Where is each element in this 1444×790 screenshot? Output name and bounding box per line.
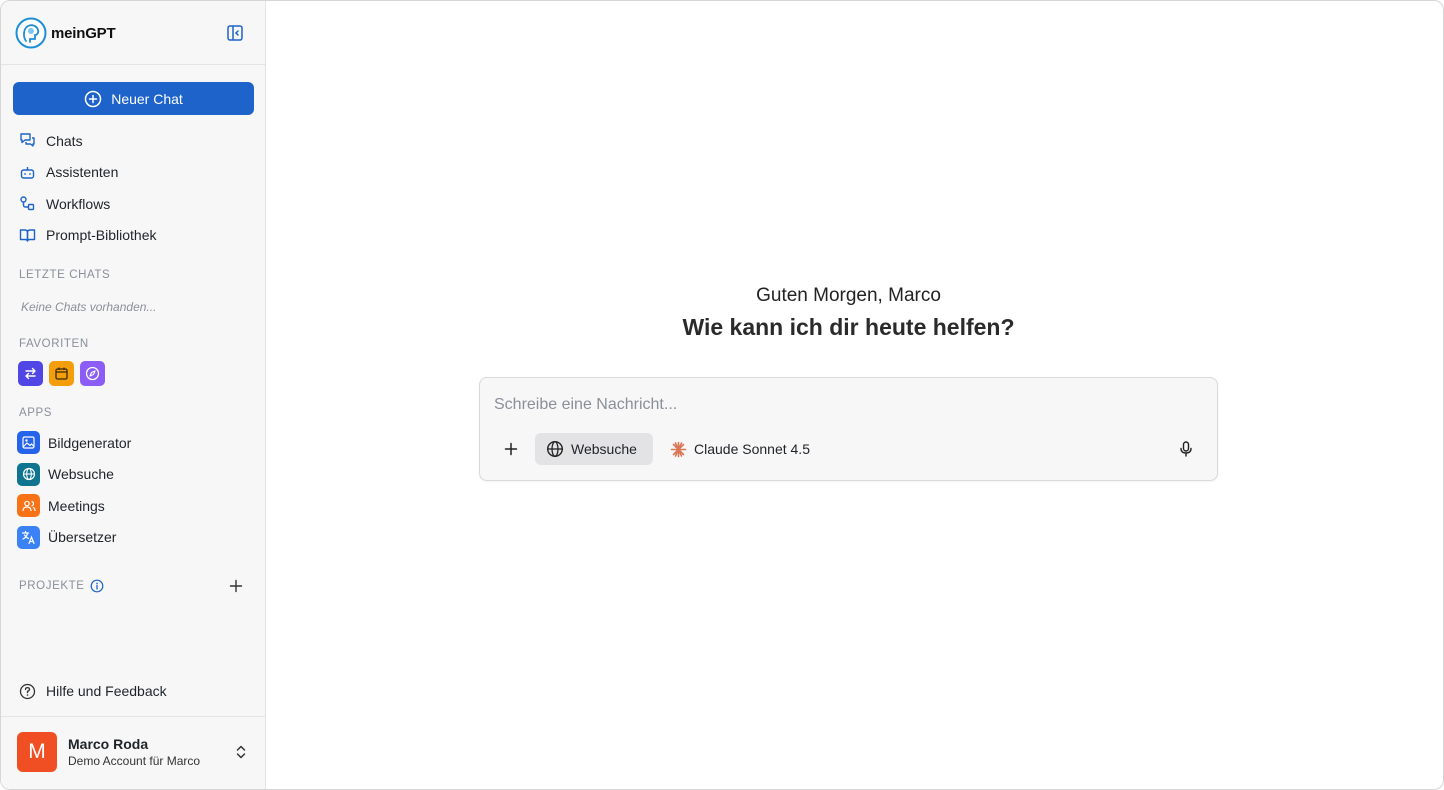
app-window: meinGPT Neuer Chat Chats Assistenten Wor… — [0, 0, 1444, 790]
info-icon[interactable] — [90, 579, 104, 593]
user-account-menu[interactable]: M Marco Roda Demo Account für Marco — [17, 732, 255, 772]
claude-logo-icon — [670, 441, 687, 457]
new-chat-label: Neuer Chat — [111, 90, 183, 107]
plus-icon — [229, 579, 243, 593]
nav-item-prompt-bibliothek[interactable]: Prompt-Bibliothek — [13, 220, 254, 252]
arrows-exchange-icon — [25, 367, 36, 380]
sidebar: meinGPT Neuer Chat Chats Assistenten Wor… — [1, 1, 266, 789]
help-circle-icon — [19, 683, 36, 699]
app-label: Bildgenerator — [48, 434, 132, 451]
model-selector[interactable]: Claude Sonnet 4.5 — [670, 436, 810, 462]
chats-icon — [20, 133, 35, 147]
app-item-meetings[interactable]: Meetings — [17, 490, 257, 522]
main-nav: Chats Assistenten Workflows Prompt-Bibli… — [13, 125, 254, 251]
apps-heading: APPS — [19, 407, 53, 419]
avatar: M — [17, 732, 57, 772]
calendar-icon — [55, 367, 68, 380]
nav-item-chats[interactable]: Chats — [13, 125, 254, 157]
projects-heading: PROJEKTE — [19, 580, 85, 592]
message-input[interactable] — [494, 393, 1194, 417]
user-info: Marco Roda Demo Account für Marco — [68, 736, 200, 768]
user-name: Marco Roda — [68, 736, 149, 752]
image-icon — [17, 431, 40, 455]
recent-chats-empty: Keine Chats vorhanden... — [21, 300, 157, 314]
microphone-icon — [1180, 441, 1192, 457]
divider — [1, 64, 266, 65]
favorite-item[interactable] — [18, 361, 43, 386]
app-label: Websuche — [48, 466, 114, 483]
attach-button[interactable] — [501, 439, 521, 459]
nav-item-assistenten[interactable]: Assistenten — [13, 157, 254, 189]
brand-name: meinGPT — [51, 24, 116, 42]
app-item-bildgenerator[interactable]: Bildgenerator — [17, 427, 257, 459]
help-label: Hilfe und Feedback — [46, 683, 167, 699]
main-area: Guten Morgen, Marco Wie kann ich dir heu… — [266, 1, 1443, 789]
message-composer: Websuche Claude Sonnet 4.5 — [479, 377, 1218, 481]
app-label: Übersetzer — [48, 529, 117, 546]
divider — [1, 716, 266, 717]
nav-label: Chats — [46, 132, 83, 149]
model-label: Claude Sonnet 4.5 — [694, 441, 810, 457]
recent-chats-heading: LETZTE CHATS — [19, 269, 111, 281]
compass-icon — [85, 366, 100, 381]
favorites-list — [18, 361, 105, 386]
nav-label: Assistenten — [46, 164, 119, 181]
voice-input-button[interactable] — [1175, 438, 1197, 460]
apps-list: Bildgenerator Websuche Meetings Übersetz… — [17, 427, 257, 553]
meingpt-logo-icon — [15, 17, 47, 49]
sidebar-collapse-icon — [227, 25, 243, 41]
nav-item-workflows[interactable]: Workflows — [13, 188, 254, 220]
add-project-button[interactable] — [227, 577, 245, 595]
app-item-websuche[interactable]: Websuche — [17, 459, 257, 491]
favorite-item[interactable] — [80, 361, 105, 386]
projects-header: PROJEKTE — [19, 577, 249, 595]
websearch-toggle[interactable]: Websuche — [535, 433, 653, 465]
app-item-uebersetzer[interactable]: Übersetzer — [17, 522, 257, 554]
user-subtitle: Demo Account für Marco — [68, 754, 201, 768]
translate-icon — [17, 525, 40, 549]
app-label: Meetings — [48, 497, 105, 514]
workflow-icon — [20, 196, 35, 211]
new-chat-button[interactable]: Neuer Chat — [13, 82, 254, 115]
help-feedback-link[interactable]: Hilfe und Feedback — [19, 681, 167, 701]
robot-icon — [20, 166, 35, 179]
brand[interactable]: meinGPT — [15, 15, 116, 51]
book-open-icon — [19, 229, 36, 242]
page-title: Wie kann ich dir heute helfen? — [682, 314, 1015, 340]
greeting: Guten Morgen, Marco — [756, 285, 941, 306]
nav-label: Workflows — [46, 195, 111, 212]
globe-icon — [546, 440, 564, 458]
users-icon — [17, 494, 40, 518]
chevron-up-down-icon — [236, 745, 246, 759]
globe-icon — [17, 462, 40, 486]
websearch-label: Websuche — [571, 441, 637, 457]
collapse-sidebar-button[interactable] — [225, 23, 245, 43]
plus-circle-icon — [84, 90, 102, 107]
favorite-item[interactable] — [49, 361, 74, 386]
favorites-heading: FAVORITEN — [19, 338, 89, 350]
plus-icon — [504, 442, 518, 456]
nav-label: Prompt-Bibliothek — [46, 227, 157, 244]
